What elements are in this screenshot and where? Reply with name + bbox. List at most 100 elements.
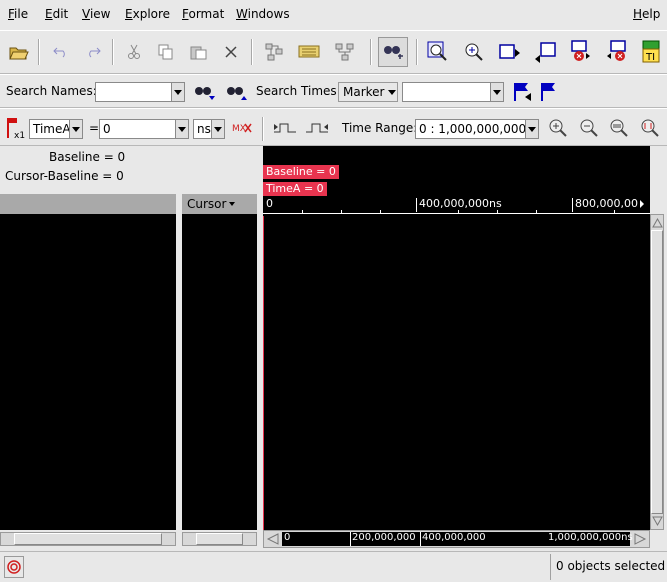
status-bar: 0 objects selected (0, 551, 667, 582)
waveform-vscroll-thumb[interactable] (651, 230, 663, 514)
scroll-up-icon[interactable] (652, 217, 663, 229)
stop-icon[interactable] (4, 556, 24, 578)
group-icon[interactable] (262, 39, 288, 65)
find-prev-time-icon[interactable] (509, 79, 535, 105)
cursor-right-icon[interactable] (604, 39, 630, 65)
separator (112, 39, 114, 65)
ruler-minor-tick (614, 210, 615, 213)
open-folder-icon[interactable] (6, 39, 32, 65)
find-next-time-icon[interactable] (536, 79, 562, 105)
cursor-hscrollbar[interactable] (182, 532, 257, 546)
marker-right-icon[interactable] (532, 39, 558, 65)
menu-edit[interactable]: Edit (45, 7, 68, 21)
overview-label: 1,000,000,000ns (548, 532, 633, 543)
ruler-more-arrow-icon (640, 200, 644, 208)
menu-help[interactable]: Help (633, 7, 660, 21)
baseline-marker-tag[interactable]: Baseline = 0 (263, 165, 339, 179)
marker-flag-icon[interactable]: x1 (3, 115, 29, 141)
zoom-full-range-icon[interactable] (606, 115, 632, 141)
ungroup-icon[interactable] (332, 39, 358, 65)
marker-time-input[interactable]: 0 (99, 119, 177, 139)
prev-edge-icon[interactable] (272, 115, 298, 141)
main-toolbar: TI (0, 30, 667, 74)
waveform-pane[interactable]: Baseline = 0 TimeA = 0 0 400,000,000ns 8… (263, 146, 650, 530)
cursor-line[interactable] (263, 216, 264, 530)
bus-icon[interactable] (296, 39, 322, 65)
zoom-in-icon[interactable] (461, 39, 487, 65)
timea-marker-tag[interactable]: TimeA = 0 (263, 182, 327, 196)
find-next-name-icon[interactable] (192, 79, 218, 105)
separator (550, 554, 551, 580)
next-edge-icon[interactable] (304, 115, 330, 141)
scroll-left-icon[interactable] (266, 533, 280, 545)
marker-time-dropdown[interactable] (175, 119, 189, 139)
find-prev-name-icon[interactable] (224, 79, 250, 105)
waveform-vscrollbar[interactable] (650, 214, 664, 530)
names-hscroll-thumb[interactable] (14, 533, 162, 545)
names-pane[interactable] (0, 214, 176, 530)
cursor-column-header[interactable]: Cursor (182, 194, 257, 214)
marker-select-dropdown[interactable] (69, 119, 83, 139)
separator (262, 117, 264, 141)
menu-format[interactable]: Format (182, 7, 224, 21)
zoom-to-markers-icon[interactable] (637, 115, 663, 141)
cursor-hscroll-thumb[interactable] (196, 533, 243, 545)
time-range-input[interactable]: 0 : 1,000,000,000n (415, 119, 527, 139)
cursor-left-icon[interactable] (567, 39, 593, 65)
chevron-down-icon (528, 126, 536, 132)
delete-marker-icon[interactable]: MX (230, 115, 256, 141)
paste-icon[interactable] (186, 39, 212, 65)
chevron-down-icon (493, 89, 501, 95)
ruler-minor-tick (458, 210, 459, 213)
ruler-label: 0 (266, 197, 273, 210)
zoom-in-range-icon[interactable] (545, 115, 571, 141)
search-times-label: Search Times: (256, 84, 341, 98)
marker-left-icon[interactable] (497, 39, 523, 65)
ruler-major-tick (572, 198, 573, 212)
menu-view[interactable]: View (82, 7, 110, 21)
zoom-fit-icon[interactable] (425, 39, 451, 65)
ruler-minor-tick (302, 210, 303, 213)
chevron-down-icon (174, 89, 182, 95)
scroll-right-icon[interactable] (633, 533, 647, 545)
ruler-baseline (263, 213, 650, 214)
waveform-hscrollbar[interactable]: 0 200,000,000 400,000,000 1,000,000,000n… (263, 530, 650, 548)
cut-icon[interactable] (121, 39, 147, 65)
search-names-dropdown[interactable] (171, 82, 185, 102)
scroll-down-icon[interactable] (652, 515, 663, 527)
search-times-dropdown[interactable] (490, 82, 504, 102)
copy-icon[interactable] (153, 39, 179, 65)
marker-select[interactable]: TimeA (29, 119, 71, 139)
cursor-values-pane[interactable] (182, 214, 257, 530)
find-icon[interactable] (378, 37, 408, 67)
ruler-minor-tick (341, 210, 342, 213)
cursor-column-label: Cursor (187, 197, 227, 211)
menu-file[interactable]: File (8, 7, 28, 21)
undo-icon[interactable] (48, 39, 74, 65)
search-times-input[interactable] (402, 82, 492, 102)
overview-tick (420, 532, 421, 546)
overview-ruler[interactable]: 0 200,000,000 400,000,000 1,000,000,000n… (282, 532, 633, 546)
menu-windows[interactable]: Windows (236, 7, 290, 21)
ruler-minor-tick (536, 210, 537, 213)
delete-icon[interactable] (218, 39, 244, 65)
zoom-out-range-icon[interactable] (576, 115, 602, 141)
redo-icon[interactable] (80, 39, 106, 65)
search-times-mode-value: Marker (343, 85, 385, 99)
search-times-mode-select[interactable]: Marker (338, 82, 398, 102)
time-range-dropdown[interactable] (525, 119, 539, 139)
overview-tick (350, 532, 351, 546)
search-names-label: Search Names: (6, 84, 97, 98)
names-column-header[interactable] (0, 194, 176, 214)
time-unit-dropdown[interactable] (211, 119, 225, 139)
separator (370, 39, 372, 65)
ruler-major-tick (416, 198, 417, 212)
chevron-down-icon (214, 126, 222, 132)
search-names-input[interactable] (95, 82, 173, 102)
ruler-icon[interactable]: TI (638, 39, 664, 65)
time-unit-select[interactable]: ns (193, 119, 213, 139)
svg-text:MX: MX (232, 124, 246, 134)
menu-explore[interactable]: Explore (125, 7, 170, 21)
names-hscrollbar[interactable] (0, 532, 176, 546)
svg-text:x1: x1 (14, 131, 25, 140)
